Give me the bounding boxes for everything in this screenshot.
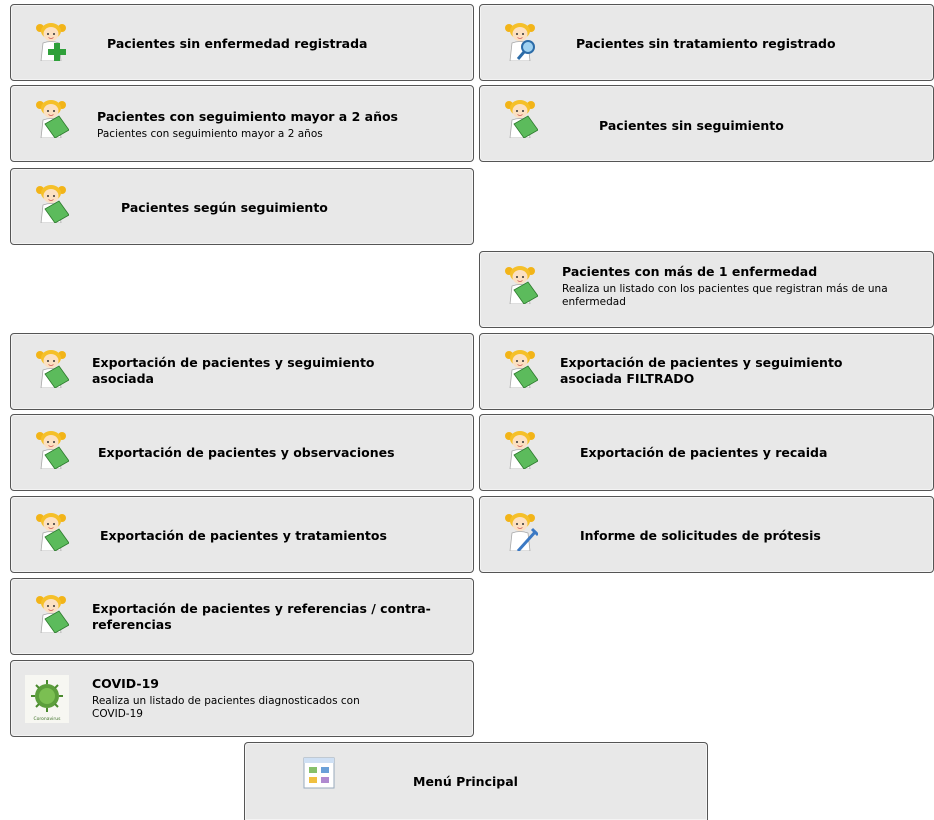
patient-notebook-icon [502, 264, 538, 304]
button-label: Exportación de pacientes y tratamientos [100, 528, 387, 543]
patients-without-treatment-button[interactable]: Pacientes sin tratamiento registrado [479, 4, 934, 81]
export-patients-observations-button[interactable]: Exportación de pacientes y observaciones [10, 414, 474, 491]
patient-notebook-icon [33, 593, 69, 633]
export-patients-followup-button[interactable]: Exportación de pacientes y seguimiento a… [10, 333, 474, 410]
button-label: Pacientes sin enfermedad registrada [107, 36, 368, 51]
button-label: Pacientes con seguimiento mayor a 2 años [97, 109, 399, 124]
button-label: Exportación de pacientes y observaciones [98, 445, 395, 460]
main-menu-icon [303, 757, 335, 789]
button-label: Exportación de pacientes y seguimiento a… [92, 355, 375, 386]
patients-by-followup-button[interactable]: Pacientes según seguimiento [10, 168, 474, 245]
patients-without-followup-button[interactable]: Pacientes sin seguimiento [479, 85, 934, 162]
button-label: COVID-19 [92, 676, 159, 691]
button-label: Exportación de pacientes y referencias /… [92, 601, 431, 632]
button-description: Realiza un listado con los pacientes que… [562, 283, 888, 308]
button-label: Informe de solicitudes de prótesis [580, 528, 821, 543]
export-patients-treatments-button[interactable]: Exportación de pacientes y tratamientos [10, 496, 474, 573]
patient-notebook-icon [33, 511, 69, 551]
export-patients-followup-filtered-button[interactable]: Exportación de pacientes y seguimiento a… [479, 333, 934, 410]
coronavirus-icon-caption: Coronavirus [34, 716, 62, 722]
button-label: Menú Principal [413, 774, 518, 789]
button-description: Realiza un listado de pacientes diagnost… [92, 695, 360, 720]
export-patients-relapse-button[interactable]: Exportación de pacientes y recaida [479, 414, 934, 491]
patient-notebook-icon [33, 183, 69, 223]
prosthesis-requests-report-button[interactable]: Informe de solicitudes de prótesis [479, 496, 934, 573]
main-menu-button[interactable]: Menú Principal [244, 742, 708, 820]
patient-crutch-icon [502, 511, 538, 551]
patient-notebook-icon [33, 98, 69, 138]
button-label: Pacientes sin seguimiento [599, 118, 784, 133]
export-patients-references-button[interactable]: Exportación de pacientes y referencias /… [10, 578, 474, 655]
button-label: Pacientes sin tratamiento registrado [576, 36, 836, 51]
patients-multiple-diseases-button[interactable]: Pacientes con más de 1 enfermedad Realiz… [479, 251, 934, 328]
patient-notebook-icon [33, 429, 69, 469]
patients-without-disease-button[interactable]: Pacientes sin enfermedad registrada [10, 4, 474, 81]
button-label: Pacientes según seguimiento [121, 200, 328, 215]
coronavirus-icon: Coronavirus [25, 675, 69, 723]
patient-add-icon [33, 21, 69, 61]
button-label: Exportación de pacientes y seguimiento a… [560, 355, 843, 386]
button-label: Pacientes con más de 1 enfermedad [562, 264, 818, 279]
button-description: Pacientes con seguimiento mayor a 2 años [97, 128, 323, 140]
patient-notebook-icon [502, 429, 538, 469]
button-label: Exportación de pacientes y recaida [580, 445, 828, 460]
covid-19-button[interactable]: Coronavirus COVID-19 Realiza un listado … [10, 660, 474, 737]
patient-notebook-icon [502, 348, 538, 388]
patient-notebook-icon [502, 98, 538, 138]
patient-notebook-icon [33, 348, 69, 388]
patients-followup-over-2-years-button[interactable]: Pacientes con seguimiento mayor a 2 años… [10, 85, 474, 162]
patient-search-icon [502, 21, 538, 61]
